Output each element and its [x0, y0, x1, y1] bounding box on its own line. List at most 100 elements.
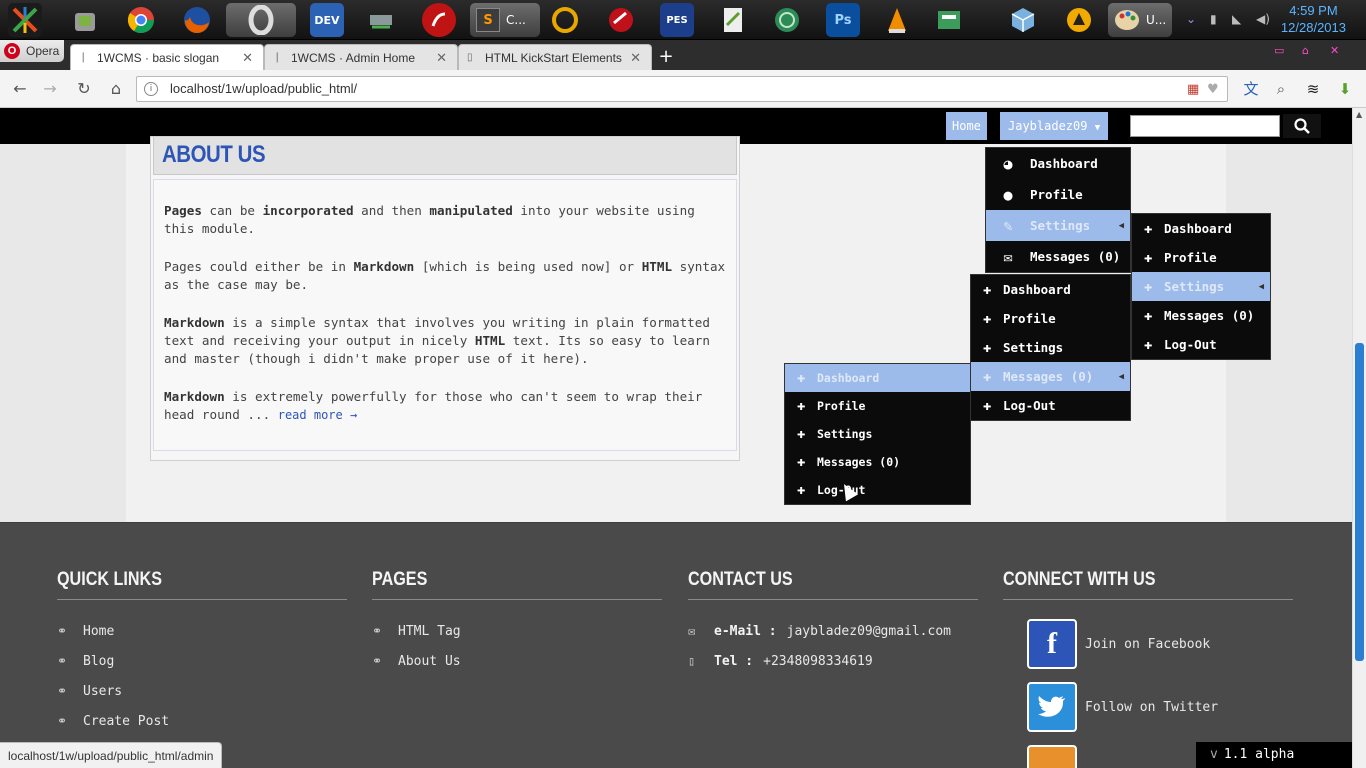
contact-email[interactable]: ✉ e-Mail : jaybladez09@gmail.com [688, 616, 978, 646]
close-icon[interactable]: ✕ [242, 50, 253, 66]
close-icon[interactable]: ✕ [630, 50, 641, 66]
menu-item-profile[interactable]: ● Profile [986, 179, 1130, 210]
plus-icon: ✚ [797, 482, 806, 498]
pes-icon[interactable]: PES [660, 3, 694, 37]
chevron-down-icon[interactable]: ⌄ [1186, 12, 1196, 26]
chrome-icon[interactable] [124, 3, 158, 37]
opera-icon: O [4, 43, 20, 59]
link-icon: ⚭ [372, 624, 383, 638]
system-clock[interactable]: 4:59 PM 12/28/2013 [1281, 2, 1346, 36]
notepad-icon[interactable] [716, 3, 750, 37]
submenu-item-settings[interactable]: ✚ Settings [785, 420, 970, 448]
footer-link-html-tag[interactable]: ⚭ HTML Tag [372, 616, 662, 646]
vlc-icon[interactable] [880, 3, 914, 37]
photoshop-icon[interactable]: Ps [826, 3, 860, 37]
plus-icon: ✚ [1144, 220, 1153, 237]
tab-1wcms-admin-home[interactable]: ❘ 1WCMS · Admin Home ✕ [264, 44, 458, 70]
envelope-icon: ✉ [688, 624, 696, 638]
close-icon[interactable]: ✕ [436, 50, 447, 66]
submenu-item-dashboard[interactable]: ✚ Dashboard [785, 364, 970, 392]
submenu-item-messages[interactable]: ✚ Messages (0) ◀ [971, 362, 1130, 391]
menu-item-messages[interactable]: ✉ Messages (0) [986, 241, 1130, 272]
submenu-item-dashboard[interactable]: ✚ Dashboard [1132, 214, 1270, 243]
android-icon[interactable] [68, 3, 102, 37]
maximize-icon[interactable]: ⌂ [1302, 44, 1309, 57]
headset-icon[interactable] [548, 3, 582, 37]
printer-icon[interactable] [932, 3, 966, 37]
speed-dial-icon[interactable]: ▦ [1187, 82, 1199, 97]
nav-home-link[interactable]: Home [946, 112, 987, 140]
submenu-item-profile[interactable]: ✚ Profile [785, 392, 970, 420]
battery-icon[interactable]: ▮ [1210, 12, 1217, 26]
home-icon[interactable]: ⌂ [106, 79, 126, 99]
facebook-link[interactable]: f Join on Facebook [1027, 619, 1210, 669]
taskbar-label: U... [1146, 13, 1167, 27]
submenu-item-logout[interactable]: ✚ Log-Out [785, 476, 970, 504]
magnifier-icon[interactable]: ⌕ [1270, 79, 1292, 99]
wifi-icon[interactable]: ◣ [1232, 12, 1241, 26]
submenu-item-profile[interactable]: ✚ Profile [1132, 243, 1270, 272]
site-info-icon[interactable]: i [144, 82, 158, 96]
rss-link[interactable] [1027, 745, 1085, 768]
scroll-thumb[interactable] [1355, 343, 1364, 661]
opera-taskbar-button[interactable] [226, 3, 296, 37]
volume-icon[interactable]: ◀) [1256, 12, 1270, 26]
address-bar[interactable]: i ▦ ♥ [136, 76, 1228, 102]
heart-icon[interactable]: ♥ [1207, 82, 1219, 97]
sublime-text-button[interactable]: S C... [470, 3, 540, 37]
reload-icon[interactable]: ↻ [74, 79, 94, 99]
download-icon[interactable]: ⬇ [1334, 79, 1356, 99]
footer-link-blog[interactable]: ⚭ Blog [57, 646, 347, 676]
cube-icon[interactable] [1006, 3, 1040, 37]
opera-menu-button[interactable]: O Opera [0, 40, 64, 62]
contact-tel[interactable]: ▯ Tel : +2348098334619 [688, 646, 978, 676]
tab-html-kickstart[interactable]: ▯ HTML KickStart Elements ✕ [458, 44, 652, 70]
layers-icon[interactable]: ≋ [1302, 79, 1324, 99]
tab-title: 1WCMS · Admin Home [291, 50, 416, 65]
submenu-item-settings[interactable]: ✚ Settings ◀ [1132, 272, 1270, 301]
tab-1wcms-basic-slogan[interactable]: ❘ 1WCMS · basic slogan ✕ [70, 44, 264, 70]
submenu-item-logout[interactable]: ✚ Log-Out [1132, 330, 1270, 359]
twitter-link[interactable]: Follow on Twitter [1027, 682, 1218, 732]
document-icon: ▯ [467, 52, 473, 63]
forward-icon[interactable]: → [40, 79, 60, 99]
xfast-icon[interactable] [8, 3, 42, 37]
menu-item-dashboard[interactable]: ◕ Dashboard [986, 148, 1130, 179]
close-window-icon[interactable]: ✕ [1330, 44, 1339, 57]
url-input[interactable] [170, 81, 1070, 96]
submenu-item-messages[interactable]: ✚ Messages (0) [785, 448, 970, 476]
page-scrollbar[interactable]: ▲ [1352, 108, 1366, 768]
aimp-icon[interactable] [1062, 3, 1096, 37]
new-tab-button[interactable]: + [655, 48, 677, 68]
submenu-item-profile[interactable]: ✚ Profile [971, 304, 1130, 333]
submenu-item-messages[interactable]: ✚ Messages (0) [1132, 301, 1270, 330]
firefox-icon[interactable] [180, 3, 214, 37]
menu-item-settings[interactable]: ✎ Settings ◀ [986, 210, 1130, 241]
about-panel: ABOUT US Pages can be incorporated and t… [150, 136, 740, 461]
devcpp-icon[interactable]: DEV [310, 3, 344, 37]
caret-down-icon: ▼ [1094, 123, 1101, 133]
submenu-item-settings[interactable]: ✚ Settings [971, 333, 1130, 362]
submenu-item-dashboard[interactable]: ✚ Dashboard [971, 275, 1130, 304]
scroll-up-icon[interactable]: ▲ [1356, 110, 1362, 119]
sublime-tray-icon[interactable] [422, 3, 456, 37]
globe-icon[interactable] [770, 3, 804, 37]
drive-icon[interactable] [364, 3, 398, 37]
record-icon[interactable] [604, 3, 638, 37]
footer-link-about-us[interactable]: ⚭ About Us [372, 646, 662, 676]
paint-icon [1115, 10, 1139, 30]
footer-link-home[interactable]: ⚭ Home [57, 616, 347, 646]
user-dropdown[interactable]: Jaybladez09 ▼ [1000, 112, 1109, 140]
footer-link-create-post[interactable]: ⚭ Create Post [57, 706, 347, 736]
minimize-icon[interactable]: ▭ [1274, 44, 1284, 57]
site-search-input[interactable] [1130, 115, 1280, 137]
link-icon: ⚭ [57, 684, 68, 698]
search-button[interactable] [1283, 114, 1321, 138]
read-more-link[interactable]: read more → [278, 408, 357, 422]
paint-taskbar-button[interactable]: U... [1108, 3, 1172, 37]
caret-left-icon: ◀ [1118, 371, 1124, 382]
translate-icon[interactable]: 文 [1240, 79, 1262, 99]
submenu-item-logout[interactable]: ✚ Log-Out [971, 391, 1130, 420]
footer-link-users[interactable]: ⚭ Users [57, 676, 347, 706]
back-icon[interactable]: ← [10, 79, 30, 99]
